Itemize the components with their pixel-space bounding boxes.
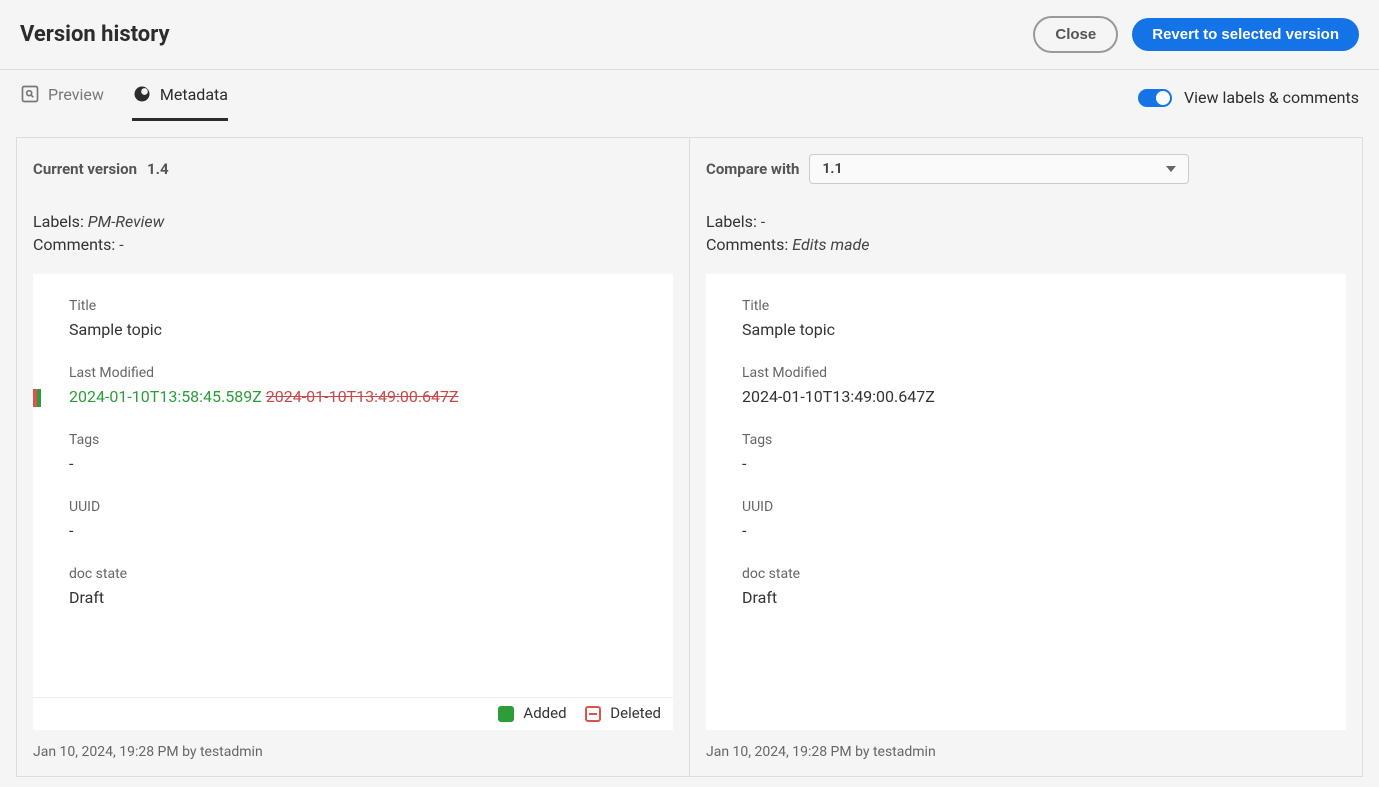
tab-preview-label: Preview [48,85,104,104]
right-uuid-label: UUID [742,499,1316,515]
header-actions: Close Revert to selected version [1033,16,1359,53]
left-title-label: Title [69,298,643,314]
left-uuid-value: - [69,521,643,540]
right-title-value: Sample topic [742,320,1316,339]
right-field-uuid: UUID - [742,499,1316,540]
left-metadata-card: Title Sample topic Last Modified 2024-01… [33,274,673,730]
left-field-uuid: UUID - [69,499,643,540]
preview-icon [20,84,40,104]
left-field-docstate: doc state Draft [69,566,643,607]
left-field-title: Title Sample topic [69,298,643,339]
legend-added-label: Added [523,704,566,722]
left-comments-line: Comments: - [33,235,673,254]
page-title: Version history [20,22,170,47]
legend-deleted-label: Deleted [610,704,661,722]
left-docstate-value: Draft [69,588,643,607]
right-docstate-value: Draft [742,588,1316,607]
left-tags-value: - [69,454,643,473]
left-modified-value: 2024-01-10T13:58:45.589Z 2024-01-10T13:4… [69,387,643,406]
left-labels-value: PM-Review [88,212,165,231]
current-version-label: Current version [33,160,137,178]
compare-header: Compare with 1.1 [706,154,1346,184]
tab-metadata[interactable]: Metadata [132,74,228,121]
left-labels-key: Labels: [33,212,84,231]
right-comments-key: Comments: [706,235,788,254]
left-comments-value: - [119,235,123,254]
right-field-modified: Last Modified 2024-01-10T13:49:00.647Z [742,365,1316,406]
right-footer: Jan 10, 2024, 19:28 PM by testadmin [706,744,1346,760]
right-comments-value: Edits made [792,235,869,254]
right-metadata-card: Title Sample topic Last Modified 2024-01… [706,274,1346,730]
left-title-value: Sample topic [69,320,643,339]
current-version-number: 1.4 [147,160,169,178]
view-labels-toggle[interactable] [1138,89,1172,107]
revert-button[interactable]: Revert to selected version [1132,18,1359,51]
compare-version-value: 1.1 [822,161,842,177]
right-labels-line: Labels: - [706,212,1346,231]
diff-marker-icon [33,389,41,407]
modified-added-text: 2024-01-10T13:58:45.589Z [69,387,262,406]
right-tags-label: Tags [742,432,1316,448]
left-labels-line: Labels: PM-Review [33,212,673,231]
right-labels-key: Labels: [706,212,757,231]
view-labels-toggle-label: View labels & comments [1184,88,1359,107]
right-docstate-label: doc state [742,566,1316,582]
left-card-body: Title Sample topic Last Modified 2024-01… [33,274,673,697]
right-tags-value: - [742,454,1316,473]
right-uuid-value: - [742,521,1316,540]
right-field-docstate: doc state Draft [742,566,1316,607]
right-field-title: Title Sample topic [742,298,1316,339]
right-modified-label: Last Modified [742,365,1316,381]
current-version-panel: Current version 1.4 Labels: PM-Review Co… [17,138,690,776]
tabs-row: Preview Metadata View labels & comments [0,70,1379,121]
compare-version-select[interactable]: 1.1 [809,154,1189,184]
right-labels-value: - [761,212,765,231]
left-footer: Jan 10, 2024, 19:28 PM by testadmin [33,744,673,760]
deleted-swatch-icon [585,706,601,722]
compare-panels: Current version 1.4 Labels: PM-Review Co… [16,137,1363,777]
right-title-label: Title [742,298,1316,314]
right-card-body: Title Sample topic Last Modified 2024-01… [706,274,1346,730]
tab-metadata-label: Metadata [160,85,228,104]
dialog-header: Version history Close Revert to selected… [0,0,1379,70]
added-swatch-icon [498,706,514,722]
tab-preview[interactable]: Preview [20,74,104,121]
right-modified-value: 2024-01-10T13:49:00.647Z [742,387,1316,406]
left-uuid-label: UUID [69,499,643,515]
close-button[interactable]: Close [1033,16,1118,53]
current-version-header: Current version 1.4 [33,154,673,184]
compare-panel: Compare with 1.1 Labels: - Comments: Edi… [690,138,1362,776]
tabs: Preview Metadata [20,74,228,121]
legend-added: Added [498,704,567,722]
metadata-icon [132,84,152,104]
left-modified-label: Last Modified [69,365,643,381]
view-labels-toggle-wrap: View labels & comments [1138,88,1359,107]
diff-legend: Added Deleted [33,697,673,730]
modified-deleted-text: 2024-01-10T13:49:00.647Z [266,387,459,406]
right-field-tags: Tags - [742,432,1316,473]
left-comments-key: Comments: [33,235,115,254]
left-docstate-label: doc state [69,566,643,582]
left-field-tags: Tags - [69,432,643,473]
left-field-modified: Last Modified 2024-01-10T13:58:45.589Z 2… [69,365,643,406]
left-tags-label: Tags [69,432,643,448]
compare-with-label: Compare with [706,160,799,178]
legend-deleted: Deleted [585,704,661,722]
right-comments-line: Comments: Edits made [706,235,1346,254]
